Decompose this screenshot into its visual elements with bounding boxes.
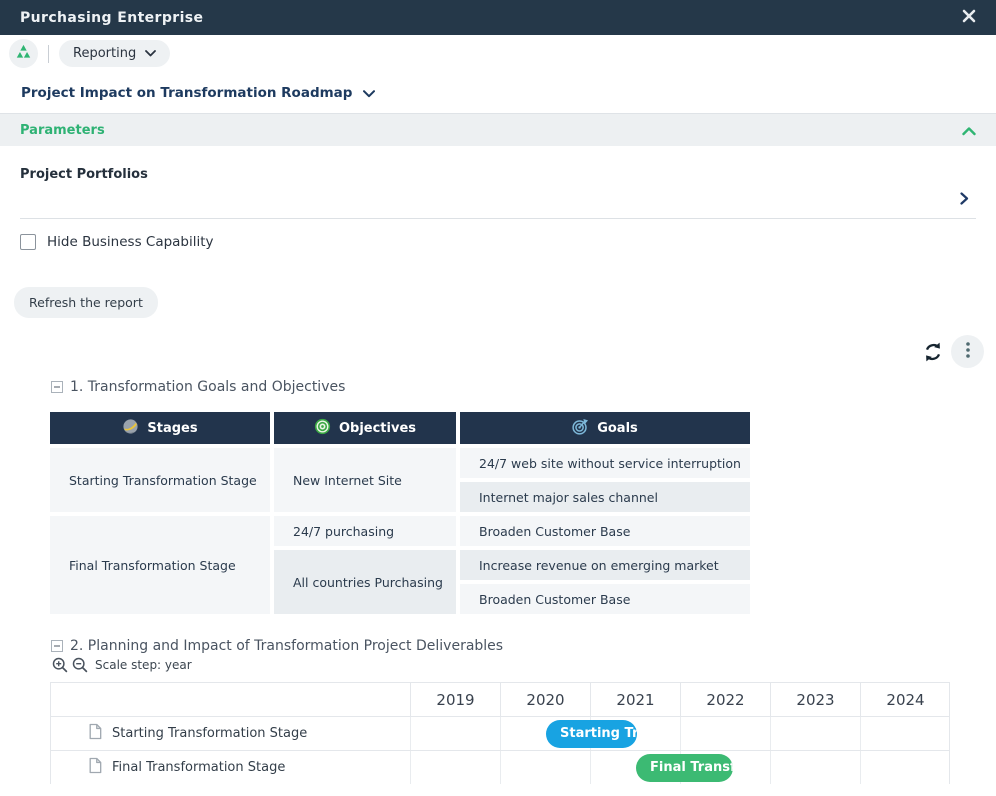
project-portfolios-label: Project Portfolios [20, 167, 976, 182]
document-icon [88, 723, 102, 744]
chevron-down-icon [145, 46, 156, 61]
year-header: 2019 [410, 683, 500, 716]
gantt-bar-final-stage[interactable]: Final Transformation Stage [636, 754, 733, 782]
parameters-header-bar[interactable]: Parameters [0, 113, 996, 146]
kebab-menu-button[interactable] [951, 335, 984, 368]
table-row: Final Transformation Stage 24/7 purchasi… [48, 514, 752, 548]
report-title[interactable]: Project Impact on Transformation Roadmap [21, 85, 352, 101]
year-header: 2020 [500, 683, 590, 716]
zoom-in-icon[interactable] [52, 657, 68, 673]
goal-cell: Internet major sales channel [458, 480, 752, 514]
column-header-goals: Goals [458, 410, 752, 446]
parameters-title: Parameters [20, 123, 105, 138]
chevron-up-icon[interactable] [962, 121, 976, 140]
objective-cell: All countries Purchasing [272, 548, 458, 616]
timeline-scale-controls: Scale step: year [52, 657, 996, 673]
section2-title: 2. Planning and Impact of Transformation… [70, 638, 503, 654]
objectives-header-label: Objectives [339, 421, 416, 436]
timeline-row-label: Final Transformation Stage [112, 760, 285, 775]
goal-cell: Increase revenue on emerging market [458, 548, 752, 582]
close-icon[interactable] [962, 9, 976, 27]
collapse-minus-icon[interactable] [51, 640, 63, 652]
year-header: 2022 [680, 683, 770, 716]
timeline-row-label: Starting Transformation Stage [112, 726, 307, 741]
collapse-minus-icon[interactable] [51, 381, 63, 393]
goals-objectives-table: Stages Objectives [48, 410, 752, 616]
table-header-row: Stages Objectives [48, 410, 752, 446]
section1-title: 1. Transformation Goals and Objectives [70, 379, 345, 395]
column-header-objectives: Objectives [272, 410, 458, 446]
year-header: 2024 [860, 683, 950, 716]
stage-cell: Final Transformation Stage [48, 514, 272, 616]
hide-business-capability-label: Hide Business Capability [47, 234, 214, 250]
column-header-stages: Stages [48, 410, 272, 446]
timeline-corner-cell [51, 683, 410, 716]
report-actions [0, 335, 996, 368]
toolbar: Reporting [0, 35, 996, 72]
objective-cell: New Internet Site [272, 446, 458, 514]
window-titlebar: Purchasing Enterprise [0, 0, 996, 35]
table-row: Starting Transformation Stage New Intern… [48, 446, 752, 480]
reporting-menu-label: Reporting [73, 46, 136, 61]
stage-cell: Starting Transformation Stage [48, 446, 272, 514]
refresh-report-button[interactable]: Refresh the report [14, 287, 158, 318]
year-header: 2023 [770, 683, 860, 716]
section1-heading: 1. Transformation Goals and Objectives [51, 379, 996, 395]
section2-heading: 2. Planning and Impact of Transformation… [51, 638, 996, 654]
project-portfolios-field[interactable] [20, 182, 976, 219]
chevron-down-icon[interactable] [363, 83, 375, 102]
window-title: Purchasing Enterprise [20, 10, 203, 26]
reporting-menu-button[interactable]: Reporting [59, 40, 170, 67]
gantt-bar-starting-stage[interactable]: Starting Transformation Stage [546, 720, 637, 748]
kebab-icon [966, 342, 970, 361]
goal-cell: 24/7 web site without service interrupti… [458, 446, 752, 480]
parameters-body: Project Portfolios Hide Business Capabil… [0, 167, 996, 318]
year-header: 2021 [590, 683, 680, 716]
timeline-gantt: 2019 2020 2021 2022 2023 2024 Starting T… [50, 682, 950, 784]
objectives-target-icon [314, 418, 331, 439]
chevron-right-icon[interactable] [960, 190, 969, 209]
zoom-out-icon[interactable] [72, 657, 88, 673]
objective-cell: 24/7 purchasing [272, 514, 458, 548]
goal-cell: Broaden Customer Base [458, 582, 752, 616]
document-icon [88, 757, 102, 778]
scale-step-label: Scale step: year [95, 658, 192, 672]
timeline-year-header: 2019 2020 2021 2022 2023 2024 [51, 683, 949, 716]
timeline-row-label-cell[interactable]: Starting Transformation Stage [51, 717, 410, 750]
app-logo[interactable] [9, 39, 38, 68]
triangle-logo-icon [15, 44, 32, 64]
stages-header-label: Stages [147, 421, 197, 436]
hide-business-capability-checkbox[interactable] [20, 234, 36, 250]
goal-cell: Broaden Customer Base [458, 514, 752, 548]
report-title-row: Project Impact on Transformation Roadmap [0, 72, 996, 113]
timeline-row: Final Transformation Stage Final Transfo… [51, 750, 949, 784]
timeline-row: Starting Transformation Stage Starting T… [51, 716, 949, 750]
goals-target-arrow-icon [572, 418, 589, 439]
stages-sphere-icon [122, 418, 139, 439]
toolbar-divider [48, 45, 49, 63]
hide-business-capability-option[interactable]: Hide Business Capability [20, 234, 214, 250]
goals-header-label: Goals [597, 421, 638, 436]
timeline-row-label-cell[interactable]: Final Transformation Stage [51, 751, 410, 784]
refresh-icon[interactable] [922, 341, 944, 363]
